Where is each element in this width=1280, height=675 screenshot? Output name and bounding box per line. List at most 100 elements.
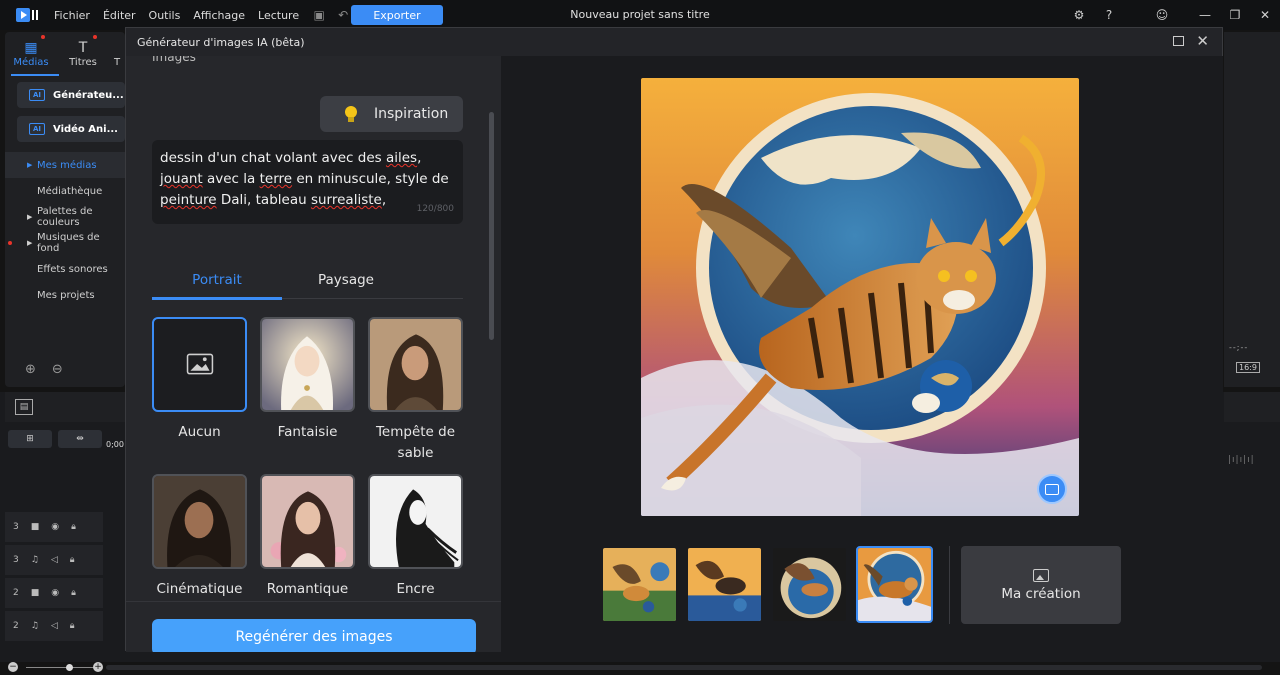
notification-dot xyxy=(41,35,45,39)
undo-icon[interactable]: ↶ xyxy=(336,8,350,22)
regenerate-button[interactable]: Regénérer des images xyxy=(152,619,476,652)
timeline-scrollbar[interactable] xyxy=(106,665,1262,670)
track-header: 2 ♫ ◁ 🔒︎ xyxy=(5,611,103,641)
ai-image-generator-button[interactable]: AI Générateu... xyxy=(17,82,125,108)
prompt-segment: , xyxy=(417,150,422,166)
style-thumb-romantic[interactable] xyxy=(260,474,355,569)
track-header: 3 ♫ ◁ 🔒︎ xyxy=(5,545,103,575)
add-tag-icon[interactable]: ⊕ xyxy=(25,362,36,377)
prompt-text[interactable]: dessin d'un chat volant avec des ailes, … xyxy=(160,148,455,211)
lock-icon[interactable]: 🔒︎ xyxy=(71,588,76,598)
tab-underline xyxy=(11,74,59,76)
nav-label: Musiques de fond xyxy=(37,232,100,254)
tab-transitions-label: T xyxy=(113,56,121,68)
image-placeholder-icon xyxy=(186,353,214,375)
style-label: Tempête de sable xyxy=(375,424,456,461)
zoom-slider-track[interactable] xyxy=(26,667,96,668)
settings-scrollbar[interactable] xyxy=(489,112,494,340)
result-thumbnail-1[interactable] xyxy=(601,546,678,623)
nav-mes-projets[interactable]: Mes projets xyxy=(5,282,125,308)
set-as-media-button[interactable] xyxy=(1037,474,1067,504)
eye-icon[interactable]: ◉ xyxy=(51,522,59,532)
style-card-cinematique[interactable]: Cinématique xyxy=(152,474,247,600)
prompt-textarea[interactable]: dessin d'un chat volant avec des ailes, … xyxy=(152,140,463,224)
zoom-slider-handle[interactable] xyxy=(66,664,73,671)
help-icon[interactable]: ? xyxy=(1101,7,1117,23)
video-camera-icon[interactable]: ■ xyxy=(31,588,40,598)
style-card-encre[interactable]: Encre xyxy=(368,474,463,600)
nav-palettes[interactable]: ▶ Palettes de couleurs xyxy=(5,204,125,230)
inspiration-label: Inspiration xyxy=(374,106,449,122)
save-icon[interactable]: ▣ xyxy=(312,8,326,22)
account-icon[interactable]: ☺ xyxy=(1154,7,1170,23)
romantic-portrait-image xyxy=(262,476,353,567)
nav-mes-medias[interactable]: ▶ Mes médias xyxy=(5,152,125,178)
tab-titres[interactable]: T Titres xyxy=(57,32,109,74)
lock-icon[interactable]: 🔒︎ xyxy=(70,555,75,565)
app-logo xyxy=(16,8,40,22)
video-camera-icon[interactable]: ■ xyxy=(31,522,40,532)
style-card-romantique[interactable]: Romantique xyxy=(260,474,355,600)
aspect-ratio-badge[interactable]: 16:9 xyxy=(1236,362,1260,373)
zoom-out-icon[interactable]: − xyxy=(8,662,18,672)
minimize-icon[interactable]: — xyxy=(1197,7,1213,23)
lock-icon[interactable]: 🔒︎ xyxy=(71,522,76,532)
dialog-close-icon[interactable]: ✕ xyxy=(1196,32,1209,50)
tab-medias[interactable]: ▦ Médias xyxy=(5,32,57,74)
settings-gear-icon[interactable]: ⚙ xyxy=(1071,7,1087,23)
menu-fichier[interactable]: Fichier xyxy=(54,9,90,22)
tab-portrait[interactable]: Portrait xyxy=(152,261,282,299)
style-thumb-cinematic[interactable] xyxy=(152,474,247,569)
expand-arrow-icon: ▶ xyxy=(27,161,33,169)
export-button[interactable]: Exporter xyxy=(351,5,443,25)
eye-icon[interactable]: ◉ xyxy=(51,588,59,598)
style-thumb-ink[interactable] xyxy=(368,474,463,569)
regen-footer: Regénérer des images xyxy=(126,601,501,652)
timeline-mode-icon[interactable]: ▤ xyxy=(15,399,33,415)
timeline-right-panel xyxy=(1224,392,1280,422)
music-note-icon[interactable]: ♫ xyxy=(31,555,39,565)
result-thumbnail-4-selected[interactable] xyxy=(856,546,933,623)
result-thumbnails xyxy=(601,546,933,623)
tab-transitions[interactable]: T xyxy=(109,32,125,74)
expand-arrow-icon: ▶ xyxy=(27,239,33,247)
menu-affichage[interactable]: Affichage xyxy=(193,9,245,22)
remove-tag-icon[interactable]: ⊖ xyxy=(52,362,63,377)
track-number: 2 xyxy=(13,588,19,598)
nav-effets-sonores[interactable]: Effets sonores xyxy=(5,256,125,282)
fit-timeline-button[interactable]: ⇹ xyxy=(58,430,102,448)
style-card-tempete[interactable]: Tempête de sable xyxy=(368,317,463,464)
my-creation-button[interactable]: Ma création xyxy=(961,546,1121,624)
style-thumb-sandstorm[interactable] xyxy=(368,317,463,412)
track-number: 3 xyxy=(13,522,19,532)
style-card-fantaisie[interactable]: Fantaisie xyxy=(260,317,355,443)
style-card-aucun[interactable]: Aucun xyxy=(152,317,247,443)
generated-image-main[interactable] xyxy=(641,78,1079,516)
speaker-icon[interactable]: ◁ xyxy=(51,621,58,631)
result-thumbnail-2[interactable] xyxy=(686,546,763,623)
inspiration-button[interactable]: Inspiration xyxy=(320,96,463,132)
style-thumb-none[interactable] xyxy=(152,317,247,412)
style-thumb-fantasy[interactable] xyxy=(260,317,355,412)
menu-outils[interactable]: Outils xyxy=(149,9,181,22)
maximize-icon[interactable] xyxy=(1173,36,1184,46)
menu-editer[interactable]: Éditer xyxy=(103,9,136,22)
zoom-in-icon[interactable]: + xyxy=(93,662,103,672)
ink-portrait-image xyxy=(370,476,461,567)
close-icon[interactable]: ✕ xyxy=(1257,7,1273,23)
result-panel: Ma création xyxy=(501,56,1223,652)
section-label: Images xyxy=(152,56,196,64)
speaker-icon[interactable]: ◁ xyxy=(51,555,58,565)
tab-paysage[interactable]: Paysage xyxy=(281,261,411,299)
ai-video-button[interactable]: AI Vidéo Ani... xyxy=(17,116,125,142)
ai-video-label: Vidéo Ani... xyxy=(53,123,118,135)
restore-icon[interactable]: ❐ xyxy=(1227,7,1243,23)
nav-musiques[interactable]: ▶ Musiques de fond xyxy=(5,230,125,256)
nav-mediatheque[interactable]: Médiathèque xyxy=(5,178,125,204)
add-track-button[interactable]: ⊞ xyxy=(8,430,52,448)
misspelled-word: peinture xyxy=(160,192,217,208)
result-thumbnail-3[interactable] xyxy=(771,546,848,623)
menu-lecture[interactable]: Lecture xyxy=(258,9,299,22)
music-note-icon[interactable]: ♫ xyxy=(31,621,39,631)
lock-icon[interactable]: 🔒︎ xyxy=(70,621,75,631)
